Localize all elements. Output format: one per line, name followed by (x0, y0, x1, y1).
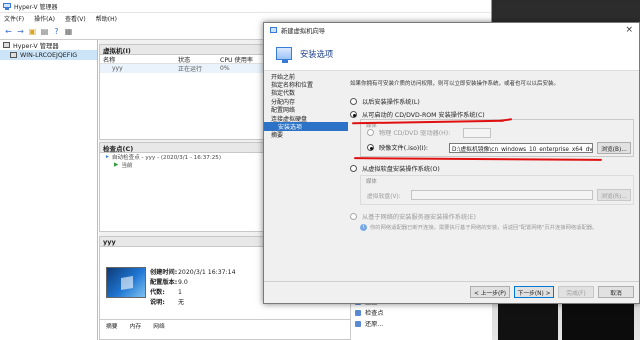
info-icon: i (360, 223, 367, 231)
browse-iso-button[interactable]: 浏览(B)... (597, 142, 631, 154)
option-physical-drive[interactable]: 物理 CD/DVD 驱动器(H): (367, 127, 450, 138)
wizard-steps: 开始之前 指定名称和位置 指定代数 分配内存 配置网络 连接虚拟硬盘 安装选项 … (264, 72, 348, 292)
revert-icon (355, 320, 361, 327)
tree-root[interactable]: Hyper-V 管理器 (0, 40, 97, 50)
wizard-header: 安装选项 (264, 37, 639, 71)
checkpoint-icon: ▸ (106, 154, 109, 160)
tree-root-label: Hyper-V 管理器 (13, 42, 59, 50)
action-revert[interactable]: 还原... (351, 318, 492, 329)
col-state[interactable]: 状态 (178, 55, 220, 64)
properties-icon[interactable]: ▤ (40, 27, 49, 36)
monitor-icon (276, 47, 292, 63)
wizard-title-bar: 新建虚拟机向导 × (264, 23, 639, 37)
menu-help[interactable]: 帮助(H) (96, 14, 117, 23)
current-arrow-icon: ▶ (114, 162, 119, 168)
detail-created: 创建时间:2020/3/1 16:37:14 (150, 269, 236, 276)
new-vm-wizard-dialog: 新建虚拟机向导 × 安装选项 开始之前 指定名称和位置 指定代数 分配内存 配置… (263, 22, 640, 304)
footer-divider (264, 281, 639, 282)
tab-network[interactable]: 网络 (147, 320, 171, 330)
browse-floppy-button[interactable]: 浏览(R)... (597, 189, 631, 201)
wizard-content: 如果你拥有可安装介质的访问权限，则可以立即安装操作系统，或者也可以以后安装。 以… (350, 79, 636, 279)
step-virtual-disk[interactable]: 连接虚拟硬盘 (264, 114, 348, 123)
floppy-path-input[interactable] (411, 190, 593, 200)
wizard-app-icon (270, 27, 277, 33)
floppy-media-label: 媒体 (366, 179, 377, 185)
physical-drive-select[interactable] (463, 128, 491, 138)
col-cpu[interactable]: CPU 使用率 (220, 55, 268, 64)
menu-file[interactable]: 文件(F) (4, 14, 24, 23)
checkpoint-icon (355, 309, 361, 316)
close-icon[interactable]: × (625, 25, 633, 35)
help-icon[interactable]: ? (52, 27, 61, 36)
step-summary[interactable]: 摘要 (264, 131, 348, 139)
install-description: 如果你拥有可安装介质的访问权限，则可以立即安装操作系统，或者也可以以后安装。 (350, 81, 560, 87)
folder-icon[interactable]: ▣ (28, 27, 37, 36)
detail-config-version: 配置版本:9.0 (150, 279, 188, 286)
tab-summary[interactable]: 摘要 (100, 320, 124, 330)
option-floppy[interactable]: 从虚拟软盘安装操作系统(O) (350, 163, 440, 174)
vm-state: 正在运行 (178, 66, 203, 73)
network-note: i 你的网络适配器已断开连接。需要执行基于网络的安装，请返回"配置网络"页并连接… (360, 223, 597, 231)
finish-button[interactable]: 完成(F) (558, 286, 594, 298)
navigation-tree: Hyper-V 管理器 WIN-LRCOEJQEFIG (0, 40, 98, 340)
back-arrow-icon[interactable]: ← (4, 27, 13, 36)
tree-server-label: WIN-LRCOEJQEFIG (20, 51, 78, 59)
detail-generation: 代数: 1 (150, 289, 182, 296)
vm-cpu: 0% (220, 65, 230, 72)
floppy-media-group: 媒体 虚拟软盘(V): 浏览(R)... (360, 175, 634, 205)
detail-notes: 说明: 无 (150, 299, 185, 306)
radio-image-file[interactable] (367, 144, 374, 151)
server-icon (10, 52, 17, 58)
wizard-page-title: 安装选项 (300, 48, 334, 59)
iso-path-input[interactable]: D:\虚拟机镜像\cn_windows_10_enterprise_x64_dv… (449, 143, 593, 153)
next-button[interactable]: 下一步(N) > (514, 286, 554, 298)
forward-arrow-icon[interactable]: → (16, 27, 25, 36)
cancel-button[interactable]: 取消 (598, 286, 634, 298)
tree-server[interactable]: WIN-LRCOEJQEFIG (0, 50, 97, 60)
radio-floppy[interactable] (350, 165, 357, 172)
tab-memory[interactable]: 内存 (124, 320, 148, 330)
menu-action[interactable]: 操作(A) (34, 14, 55, 23)
checkpoint-label: 自动检查点 - yyy - (2020/3/1 - 16:37:25) (111, 155, 222, 161)
vm-name: yyy (112, 65, 123, 72)
radio-physical-drive[interactable] (367, 129, 374, 136)
previous-button[interactable]: < 上一步(P) (470, 286, 510, 298)
option-install-later[interactable]: 以后安装操作系统(L) (350, 96, 636, 107)
hyperv-app-icon (3, 2, 11, 10)
radio-bootable-cd[interactable] (350, 111, 357, 118)
panel-icon[interactable]: ▦ (64, 27, 73, 36)
hyperv-title: Hyper-V 管理器 (14, 3, 58, 11)
hyperv-manager-icon (3, 42, 10, 48)
virtual-floppy-label: 虚拟软盘(V): (367, 194, 401, 200)
menu-view[interactable]: 查看(V) (65, 14, 86, 23)
radio-later[interactable] (350, 98, 357, 105)
col-name[interactable]: 名称 (100, 55, 178, 64)
cd-media-group: 媒体 物理 CD/DVD 驱动器(H): 映像文件(.iso)(I): D:\虚… (360, 119, 634, 157)
vm-thumbnail[interactable] (106, 267, 146, 298)
option-image-file[interactable]: 映像文件(.iso)(I): (367, 142, 428, 153)
current-label: 当前 (121, 163, 133, 169)
wizard-title: 新建虚拟机向导 (281, 27, 326, 35)
hyperv-title-bar: Hyper-V 管理器 (0, 0, 491, 13)
radio-network[interactable] (350, 213, 357, 220)
option-network-install[interactable]: 从基于网络的安装服务器安装操作系统(E) (350, 211, 476, 222)
action-checkpoint[interactable]: 检查点 (351, 307, 492, 318)
